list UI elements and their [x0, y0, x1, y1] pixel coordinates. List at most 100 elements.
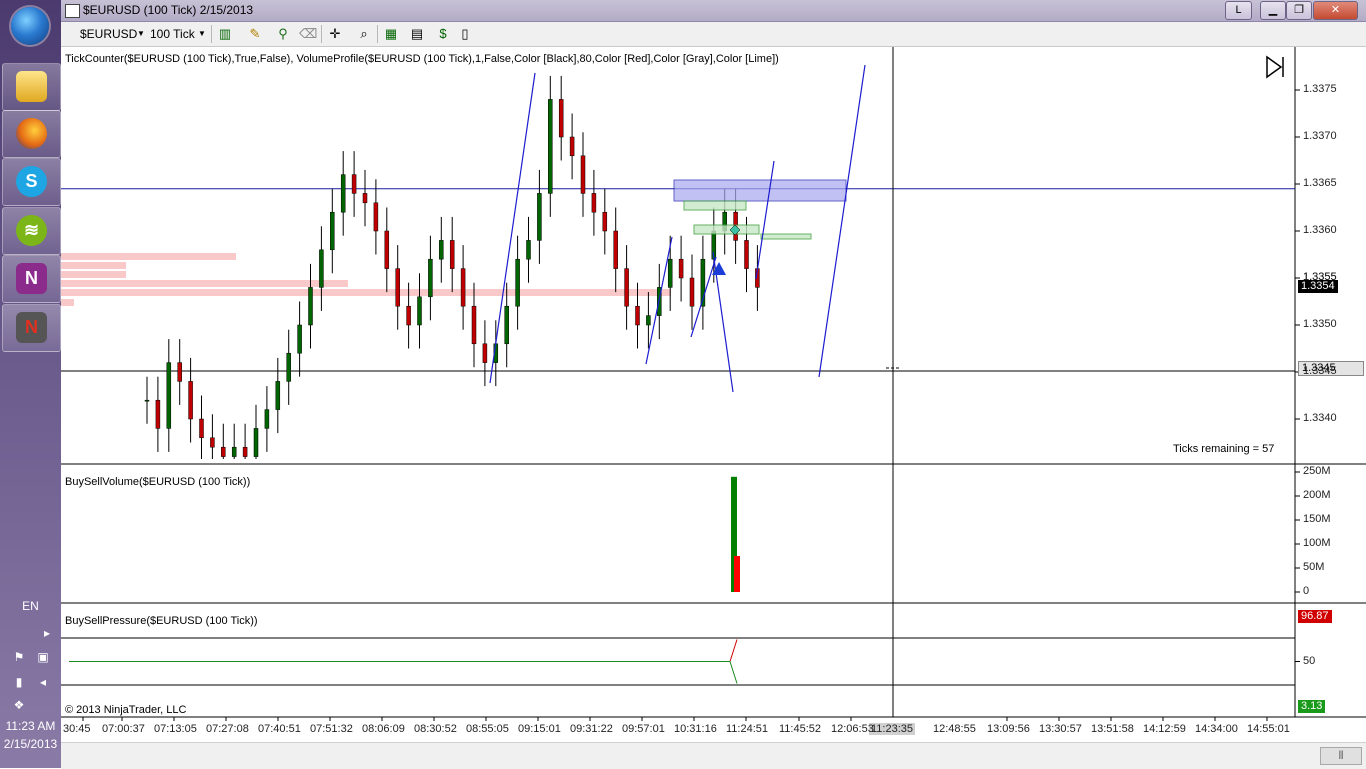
taskbar-app-ninjatrader[interactable]: N [2, 304, 61, 352]
time-axis-label: 08:06:09 [362, 723, 405, 735]
show-hidden-icons-icon[interactable]: ▸ [40, 626, 54, 640]
chart-style-icon[interactable]: ▥ [217, 26, 233, 42]
candle-body [395, 268, 400, 307]
candle-body [177, 362, 182, 382]
volume-profile-bar [61, 289, 671, 296]
sell-volume-bar [734, 556, 740, 592]
restore-button[interactable]: ❐ [1286, 1, 1312, 20]
chart-window-icon [65, 4, 80, 18]
window-title-bar[interactable]: $EURUSD (100 Tick) 2/15/2013 L ▁ ❐ ✕ [61, 0, 1366, 22]
copyright-text: © 2013 NinjaTrader, LLC [65, 704, 187, 716]
candle-body [602, 211, 608, 232]
zoom-icon[interactable]: ⌕ [356, 26, 372, 42]
time-axis-label: 09:31:22 [570, 723, 613, 735]
candle-body [351, 174, 357, 194]
language-indicator[interactable]: EN [0, 599, 61, 613]
drawing-tool-icon[interactable]: ⚲ [275, 26, 291, 42]
time-axis-label: 09:15:01 [518, 723, 561, 735]
clock-time[interactable]: 11:23 AM [0, 719, 61, 733]
time-axis-label: 12:48:55 [933, 723, 976, 735]
close-button[interactable]: ✕ [1313, 1, 1358, 20]
time-axis-label: 07:27:08 [206, 723, 249, 735]
candle-body [548, 99, 553, 194]
crosshair-icon[interactable]: ✛ [327, 26, 343, 42]
toolbar-separator [377, 25, 378, 43]
spotify-icon: ≋ [16, 215, 47, 246]
sell-pressure-marker: 3.13 [1298, 700, 1326, 713]
volume-profile-bar [61, 299, 74, 306]
horizontal-scrollbar[interactable]: ⦀ [61, 742, 1366, 769]
time-axis-label: 08:30:52 [414, 723, 457, 735]
time-axis-label: 14:55:01 [1247, 723, 1290, 735]
volume-icon[interactable]: ◂ [36, 675, 50, 689]
remove-drawing-icon[interactable]: ⌫ [299, 26, 317, 42]
zone-box [683, 200, 747, 211]
zone-box [693, 224, 760, 235]
candle-body [144, 399, 150, 402]
properties-icon[interactable]: ▯ [457, 26, 473, 42]
volume-profile-bar [61, 280, 348, 287]
device-icon[interactable]: ▣ [36, 650, 50, 664]
data-box-icon[interactable]: $ [435, 26, 451, 42]
price-panel-label: TickCounter($EURUSD (100 Tick),True,Fals… [65, 53, 779, 65]
candle-body [624, 268, 629, 307]
restore-icon: ❐ [1294, 4, 1304, 16]
time-axis-label: 08:55:05 [466, 723, 509, 735]
pressure-axis-label: 50 [1303, 654, 1316, 667]
volume-profile-bar [61, 262, 126, 269]
network-icon[interactable]: ▮ [12, 675, 26, 689]
time-axis-label: 11:24:51 [726, 723, 769, 735]
candle-body [155, 399, 161, 429]
onenote-icon: N [16, 263, 47, 294]
scroll-thumb[interactable]: ⦀ [1320, 747, 1362, 765]
candle-body [362, 193, 368, 204]
dropbox-icon[interactable]: ❖ [12, 698, 26, 712]
candle-body [417, 296, 422, 326]
candle-body [689, 277, 695, 307]
taskbar-app-onenote[interactable]: N [2, 255, 61, 303]
link-button[interactable]: L [1225, 1, 1252, 20]
supply-zone-box [673, 179, 847, 202]
candle-body [537, 193, 542, 241]
candle-body [340, 174, 346, 213]
chart-canvas[interactable] [61, 47, 1366, 768]
candle-body [526, 240, 531, 260]
flag-icon[interactable]: ⚑ [12, 650, 26, 664]
toolbar-separator [321, 25, 322, 43]
chart-area[interactable]: TickCounter($EURUSD (100 Tick),True,Fals… [61, 47, 1366, 768]
taskbar-app-skype[interactable]: S [2, 158, 61, 206]
time-axis-label: 07:13:05 [154, 723, 197, 735]
interval-dropdown-icon[interactable]: ▼ [198, 25, 206, 43]
interval-selector[interactable]: 100 Tick [150, 25, 195, 43]
start-button[interactable] [11, 7, 49, 45]
candle-body [373, 202, 379, 232]
candle-body [580, 155, 586, 194]
time-axis-label: 30:45 [63, 723, 91, 735]
candle-body [613, 230, 618, 269]
minimize-button[interactable]: ▁ [1260, 1, 1286, 20]
candle-body [264, 409, 270, 429]
candle-body [744, 240, 749, 269]
instrument-dropdown-icon[interactable]: ▼ [137, 25, 145, 43]
trend-line [755, 160, 775, 280]
taskbar-app-explorer[interactable] [2, 63, 61, 111]
time-axis-label: 11:45:52 [779, 723, 822, 735]
taskbar-app-firefox[interactable] [2, 110, 61, 158]
taskbar-app-spotify[interactable]: ≋ [2, 207, 61, 255]
draw-pencil-icon[interactable]: ✎ [247, 26, 263, 42]
price-axis-label: 1.3365 [1303, 177, 1337, 189]
windows-taskbar: S ≋ N N EN ▸ ⚑ ▣ ▮ ◂ ❖ 11:23 AM 2/15/201… [0, 0, 61, 768]
indicators-icon[interactable]: ▦ [383, 26, 399, 42]
time-axis-label: 12:06:53 [831, 723, 874, 735]
candle-body [406, 305, 411, 326]
volume-profile-bar [61, 271, 126, 278]
instrument-selector[interactable]: $EURUSD [80, 25, 137, 43]
time-axis-label: 13:09:56 [987, 723, 1030, 735]
clock-date[interactable]: 2/15/2013 [0, 737, 61, 751]
strategies-icon[interactable]: ▤ [409, 26, 425, 42]
volume-panel-label: BuySellVolume($EURUSD (100 Tick)) [65, 476, 251, 488]
trend-line [818, 64, 866, 378]
candle-body [569, 136, 575, 157]
price-axis-label: 1.3360 [1303, 224, 1337, 236]
sell-pressure-line [69, 661, 738, 684]
